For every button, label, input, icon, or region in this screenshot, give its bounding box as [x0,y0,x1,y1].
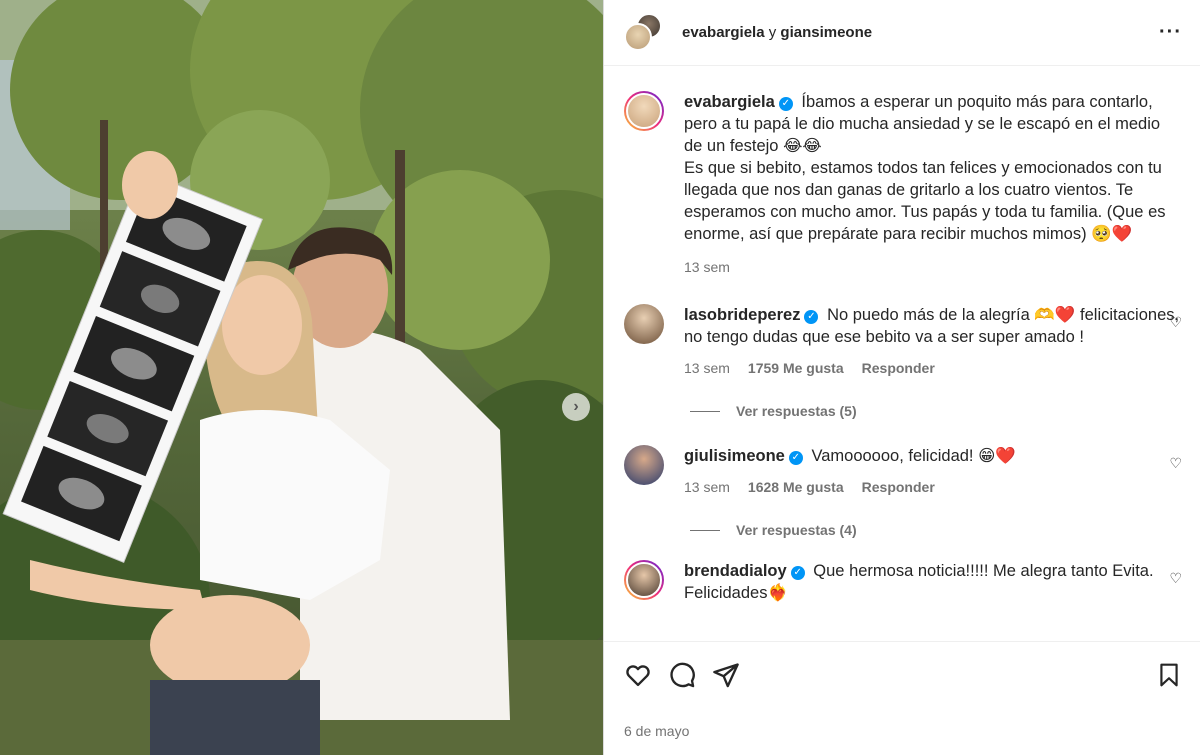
bookmark-icon[interactable] [1156,661,1182,689]
comment-item: giulisimeone ✓ Vamoooooo, felicidad! 😁❤️ … [624,445,1182,498]
comment-likes[interactable]: 1759 Me gusta [748,357,844,379]
verified-icon: ✓ [790,566,805,580]
post-authors: evabargiela y giansimeone [682,24,1159,41]
replies-divider [690,410,720,412]
post-header: evabargiela y giansimeone ··· [604,0,1200,66]
comment-item: brendadialoy ✓ Que hermosa noticia!!!!! M… [624,560,1182,604]
caption-time[interactable]: 13 sem [684,256,730,278]
conjunction: y [768,24,777,41]
view-replies-button[interactable]: Ver respuestas (5) [690,403,1182,419]
author-link[interactable]: giansimeone [780,24,872,41]
next-photo-button[interactable]: › [562,393,590,421]
avatar[interactable] [624,445,664,485]
reply-button[interactable]: Responder [862,357,935,379]
photo-illustration [0,0,603,755]
comment-time[interactable]: 13 sem [684,357,730,379]
comment-username[interactable]: brendadialoy [684,562,787,580]
instagram-post: › evabargiela y giansimeone ··· evabargi… [0,0,1200,755]
like-comment-heart-icon[interactable]: ♡ [1169,455,1182,472]
comment-icon[interactable] [668,661,696,689]
comment-likes[interactable]: 1628 Me gusta [748,476,844,498]
action-bar [604,641,1200,707]
caption-username[interactable]: evabargiela [684,93,775,111]
like-comment-heart-icon[interactable]: ♡ [1169,314,1182,331]
avatar[interactable] [624,304,664,344]
verified-icon: ✓ [778,97,793,111]
view-replies-button[interactable]: Ver respuestas (4) [690,522,1182,538]
comment-username[interactable]: lasobrideperez [684,306,800,324]
collab-avatars[interactable] [624,12,664,53]
verified-icon: ✓ [788,451,803,465]
replies-divider [690,529,720,531]
caption-text-2: Es que si bebito, estamos todos tan feli… [684,159,1166,243]
share-icon[interactable] [712,661,740,689]
comment-item: lasobrideperez ✓ No puedo más de la alegr… [624,304,1182,379]
avatar[interactable] [624,91,664,131]
comments-section: evabargiela ✓ Íbamos a esperar un poquito… [604,66,1200,641]
more-icon[interactable]: ··· [1159,21,1182,44]
caption: evabargiela ✓ Íbamos a esperar un poquito… [624,91,1182,278]
view-replies-label: Ver respuestas (5) [736,403,857,419]
comment-time[interactable]: 13 sem [684,476,730,498]
avatar [624,22,652,51]
comment-text: Vamoooooo, felicidad! 😁❤️ [811,447,1016,465]
comment-username[interactable]: giulisimeone [684,447,785,465]
author-link[interactable]: evabargiela [682,24,765,41]
post-photo: › [0,0,603,755]
reply-button[interactable]: Responder [862,476,935,498]
heart-icon[interactable] [624,661,652,689]
verified-icon: ✓ [804,310,819,324]
post-panel: evabargiela y giansimeone ··· evabargiel… [603,0,1200,755]
view-replies-label: Ver respuestas (4) [736,522,857,538]
like-comment-heart-icon[interactable]: ♡ [1169,570,1182,587]
post-date[interactable]: 6 de mayo [604,707,1200,755]
avatar[interactable] [624,560,664,600]
